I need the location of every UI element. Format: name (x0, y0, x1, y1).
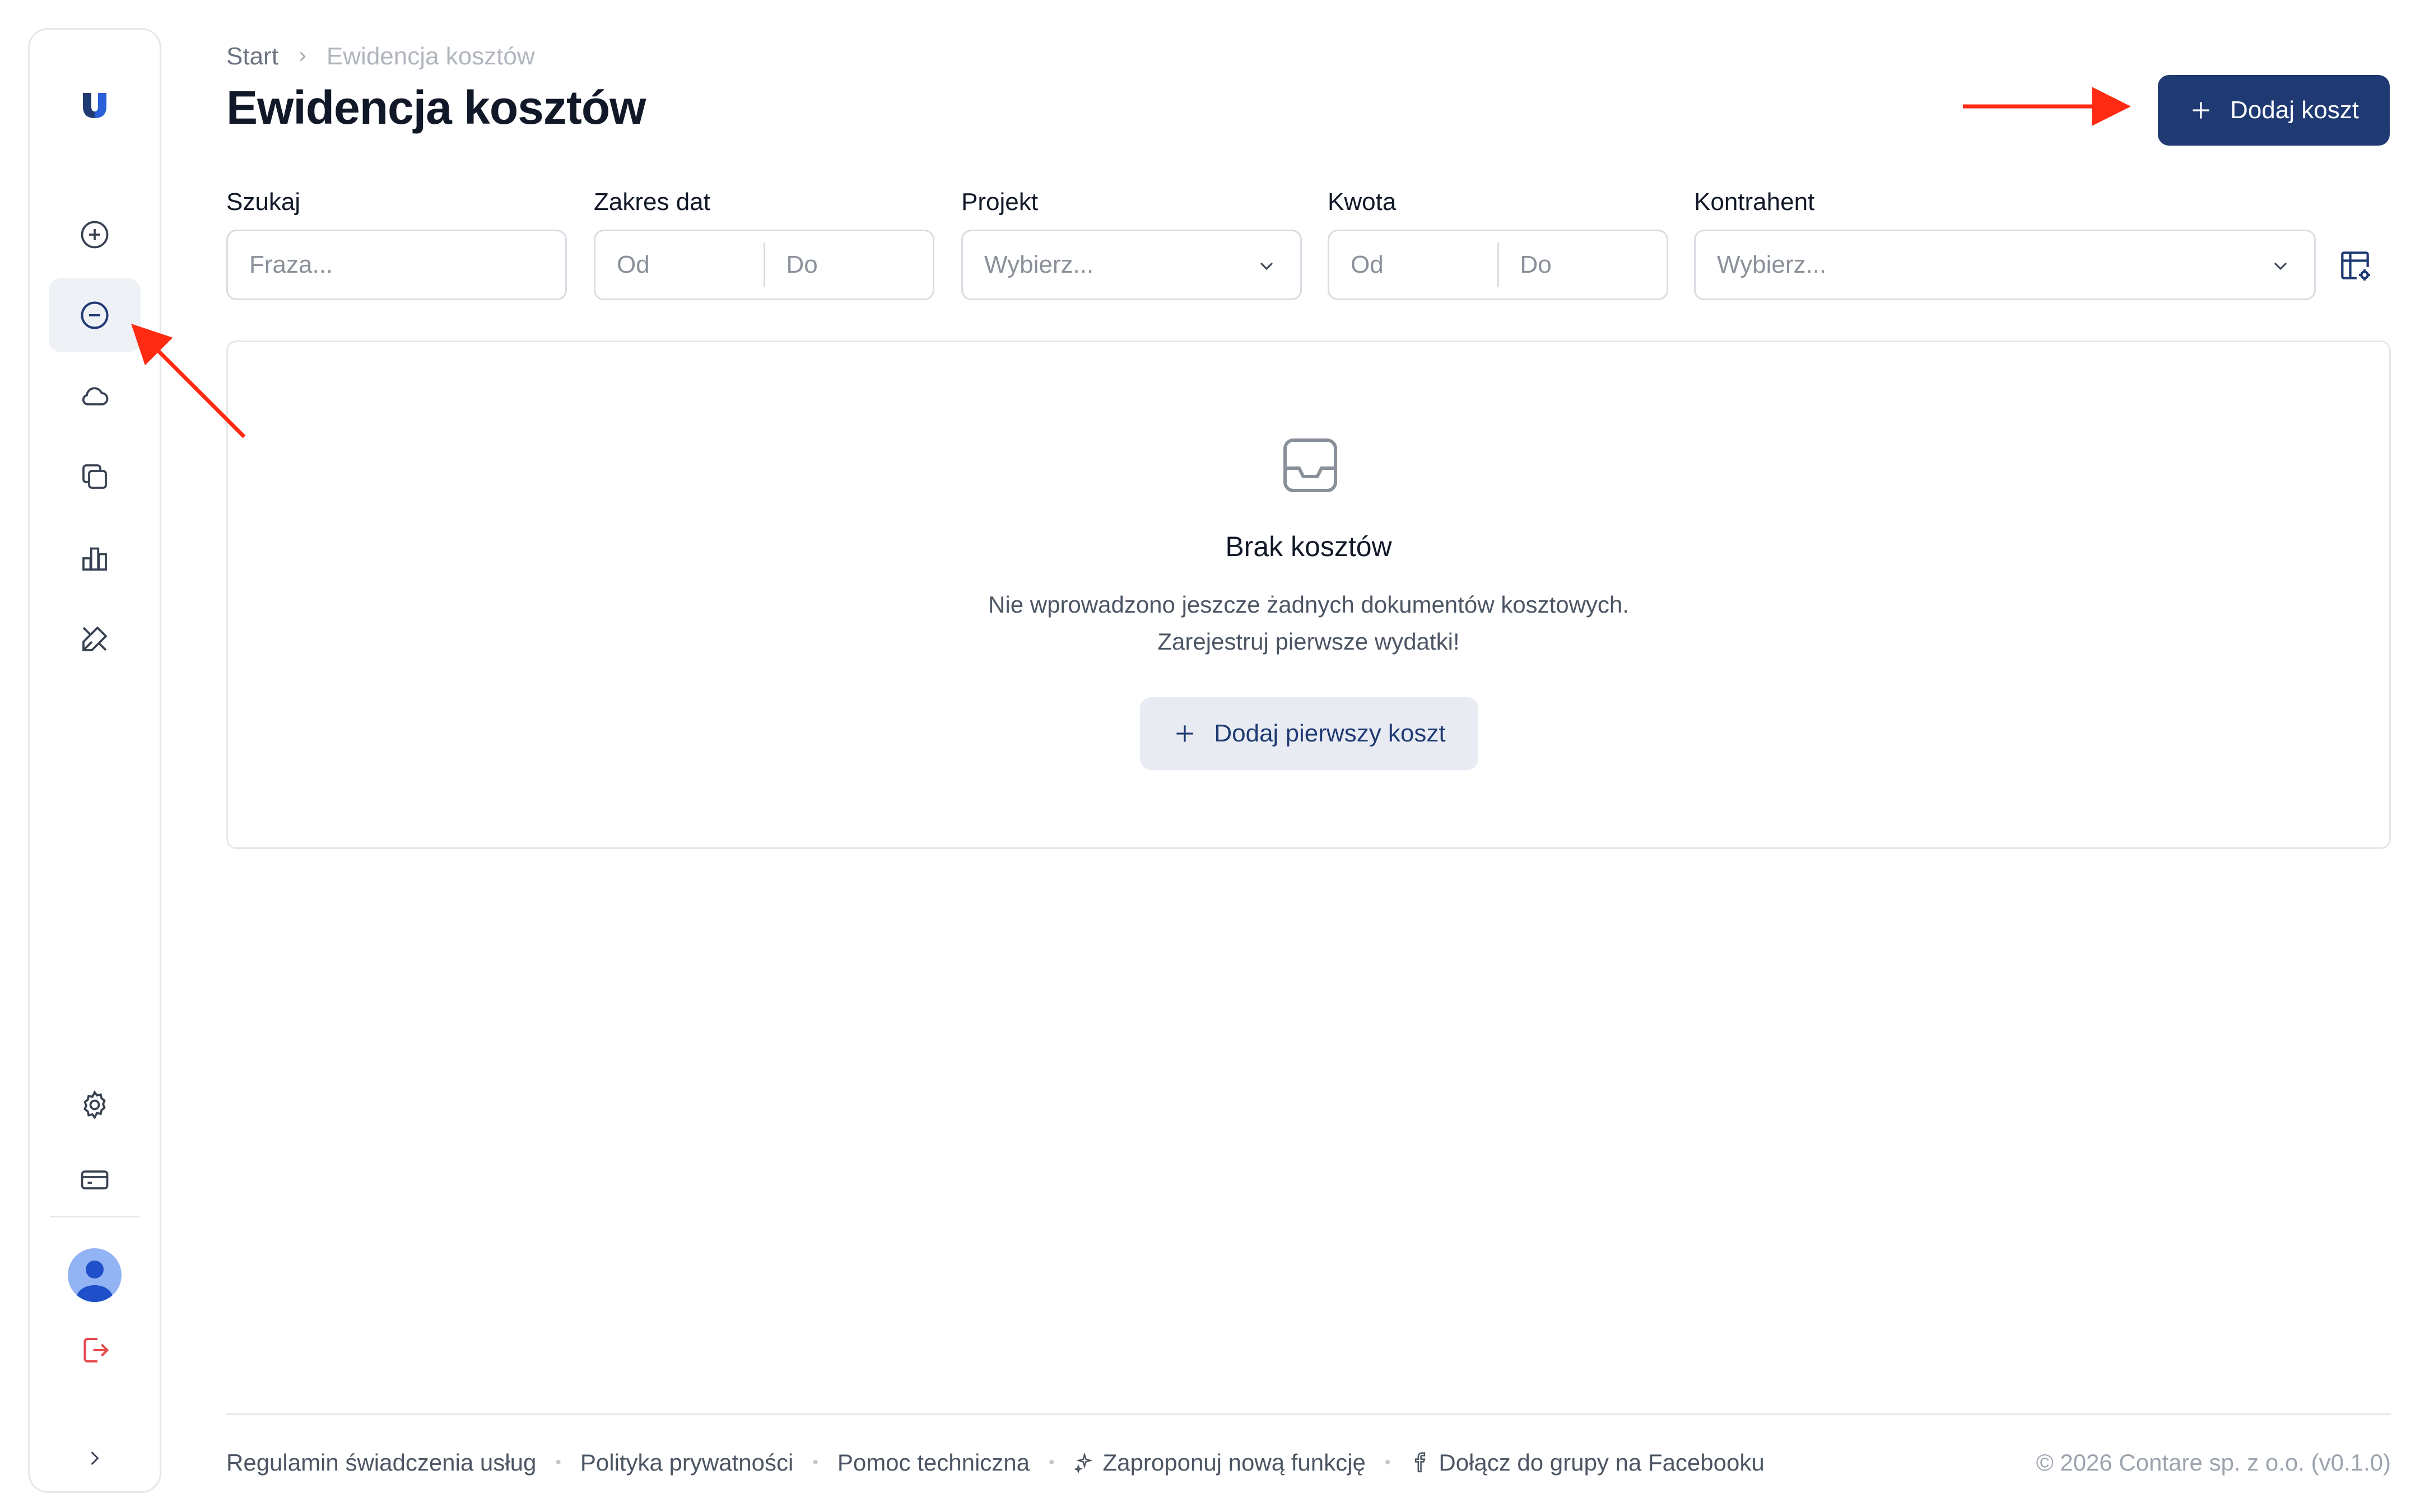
breadcrumb-current: Ewidencja kosztów (326, 43, 535, 70)
tools-icon (82, 626, 108, 651)
empty-state-line-1: Nie wprowadzono jeszcze żadnych dokument… (988, 591, 1629, 618)
footer-link-support[interactable]: Pomoc techniczna (837, 1449, 1030, 1476)
amount-from-input[interactable]: Od (1329, 231, 1497, 298)
date-range-field: Od Do (594, 230, 934, 300)
search-placeholder: Fraza... (249, 251, 333, 278)
footer-suggest-label: Zaproponuj nową funkcję (1102, 1449, 1366, 1476)
footer-link-suggest[interactable]: Zaproponuj nową funkcję (1073, 1449, 1366, 1476)
footer-divider (226, 1413, 2391, 1415)
date-to-input[interactable]: Do (763, 242, 933, 287)
facebook-icon (1415, 1452, 1426, 1473)
app-root: Start Ewidencja kosztów Ewidencja kosztó… (0, 0, 2420, 1512)
footer-facebook-label: Dołącz do grupy na Facebooku (1439, 1449, 1765, 1476)
plus-circle-icon (81, 221, 109, 249)
footer-separator: • (1049, 1453, 1055, 1472)
bar-chart-icon (82, 547, 107, 571)
card-icon (81, 1170, 109, 1189)
footer-separator: • (812, 1453, 818, 1472)
sidebar-item-documents[interactable] (49, 440, 141, 514)
footer-link-privacy[interactable]: Polityka prywatności (580, 1449, 793, 1476)
sidebar-divider (50, 1216, 139, 1217)
footer-link-facebook[interactable]: Dołącz do grupy na Facebooku (1409, 1449, 1765, 1476)
minus-circle-icon (81, 301, 109, 329)
sparkles-icon (1073, 1452, 1093, 1473)
add-cost-label: Dodaj koszt (2230, 96, 2359, 124)
inbox-icon (1283, 438, 1337, 492)
page-title: Ewidencja kosztów (226, 81, 646, 134)
sidebar-item-cloud[interactable] (49, 359, 141, 433)
contractor-placeholder: Wybierz... (1717, 251, 1827, 278)
sidebar (28, 28, 161, 1493)
project-label: Projekt (961, 188, 1038, 216)
empty-state-card: Brak kosztów Nie wprowadzono jeszcze żad… (226, 340, 2391, 849)
chevron-down-icon (2274, 262, 2287, 270)
logout-icon (83, 1338, 109, 1362)
add-first-cost-label: Dodaj pierwszy koszt (1214, 720, 1446, 747)
amount-label: Kwota (1328, 188, 1397, 216)
footer-link-terms[interactable]: Regulamin świadczenia usług (226, 1449, 536, 1476)
copy-icon (82, 464, 107, 489)
gear-icon (83, 1090, 106, 1120)
sidebar-item-tools[interactable] (49, 602, 141, 676)
project-select[interactable]: Wybierz... (961, 230, 1302, 300)
plus-icon (2193, 102, 2209, 119)
contractor-select[interactable]: Wybierz... (1694, 230, 2316, 300)
sidebar-item-reports[interactable] (49, 521, 141, 595)
sidebar-item-add-income[interactable] (49, 198, 141, 272)
amount-range-field: Od Do (1328, 230, 1668, 300)
copyright-text: © 2026 Contare sp. z o.o. (v0.1.0) (2036, 1449, 2391, 1476)
date-range-label: Zakres dat (594, 188, 710, 216)
cloud-icon (82, 387, 109, 405)
breadcrumb: Start Ewidencja kosztów (226, 43, 535, 71)
user-avatar[interactable] (68, 1248, 122, 1302)
footer-separator: • (555, 1453, 561, 1472)
logo-icon (83, 93, 106, 118)
search-label: Szukaj (226, 188, 301, 216)
sidebar-item-costs[interactable] (49, 278, 141, 352)
chevron-down-icon (1260, 262, 1273, 270)
plus-icon (1176, 725, 1194, 742)
user-icon (77, 1261, 113, 1302)
amount-to-input[interactable]: Do (1497, 242, 1667, 287)
breadcrumb-home[interactable]: Start (226, 43, 278, 71)
footer: Regulamin świadczenia usług • Polityka p… (226, 1449, 1765, 1476)
empty-state-description: Nie wprowadzono jeszcze żadnych dokument… (228, 586, 2389, 660)
sidebar-item-settings[interactable] (49, 1068, 141, 1142)
sidebar-item-billing[interactable] (49, 1143, 141, 1217)
sidebar-expand-button[interactable] (49, 1433, 141, 1483)
empty-state-line-2: Zarejestruj pierwsze wydatki! (1157, 628, 1460, 655)
search-input[interactable]: Fraza... (226, 230, 567, 300)
contractor-label: Kontrahent (1694, 188, 1815, 216)
date-from-input[interactable]: Od (595, 231, 764, 298)
chevron-right-icon (300, 52, 306, 62)
chevron-right-icon (91, 1451, 99, 1466)
project-placeholder: Wybierz... (984, 251, 1094, 278)
footer-separator: • (1384, 1453, 1391, 1472)
app-logo[interactable] (67, 77, 123, 133)
add-cost-button[interactable]: Dodaj koszt (2158, 75, 2390, 146)
table-settings-icon[interactable] (2336, 246, 2374, 284)
empty-state-title: Brak kosztów (1225, 531, 1392, 562)
logout-button[interactable] (49, 1322, 141, 1378)
add-first-cost-button[interactable]: Dodaj pierwszy koszt (1140, 697, 1478, 770)
